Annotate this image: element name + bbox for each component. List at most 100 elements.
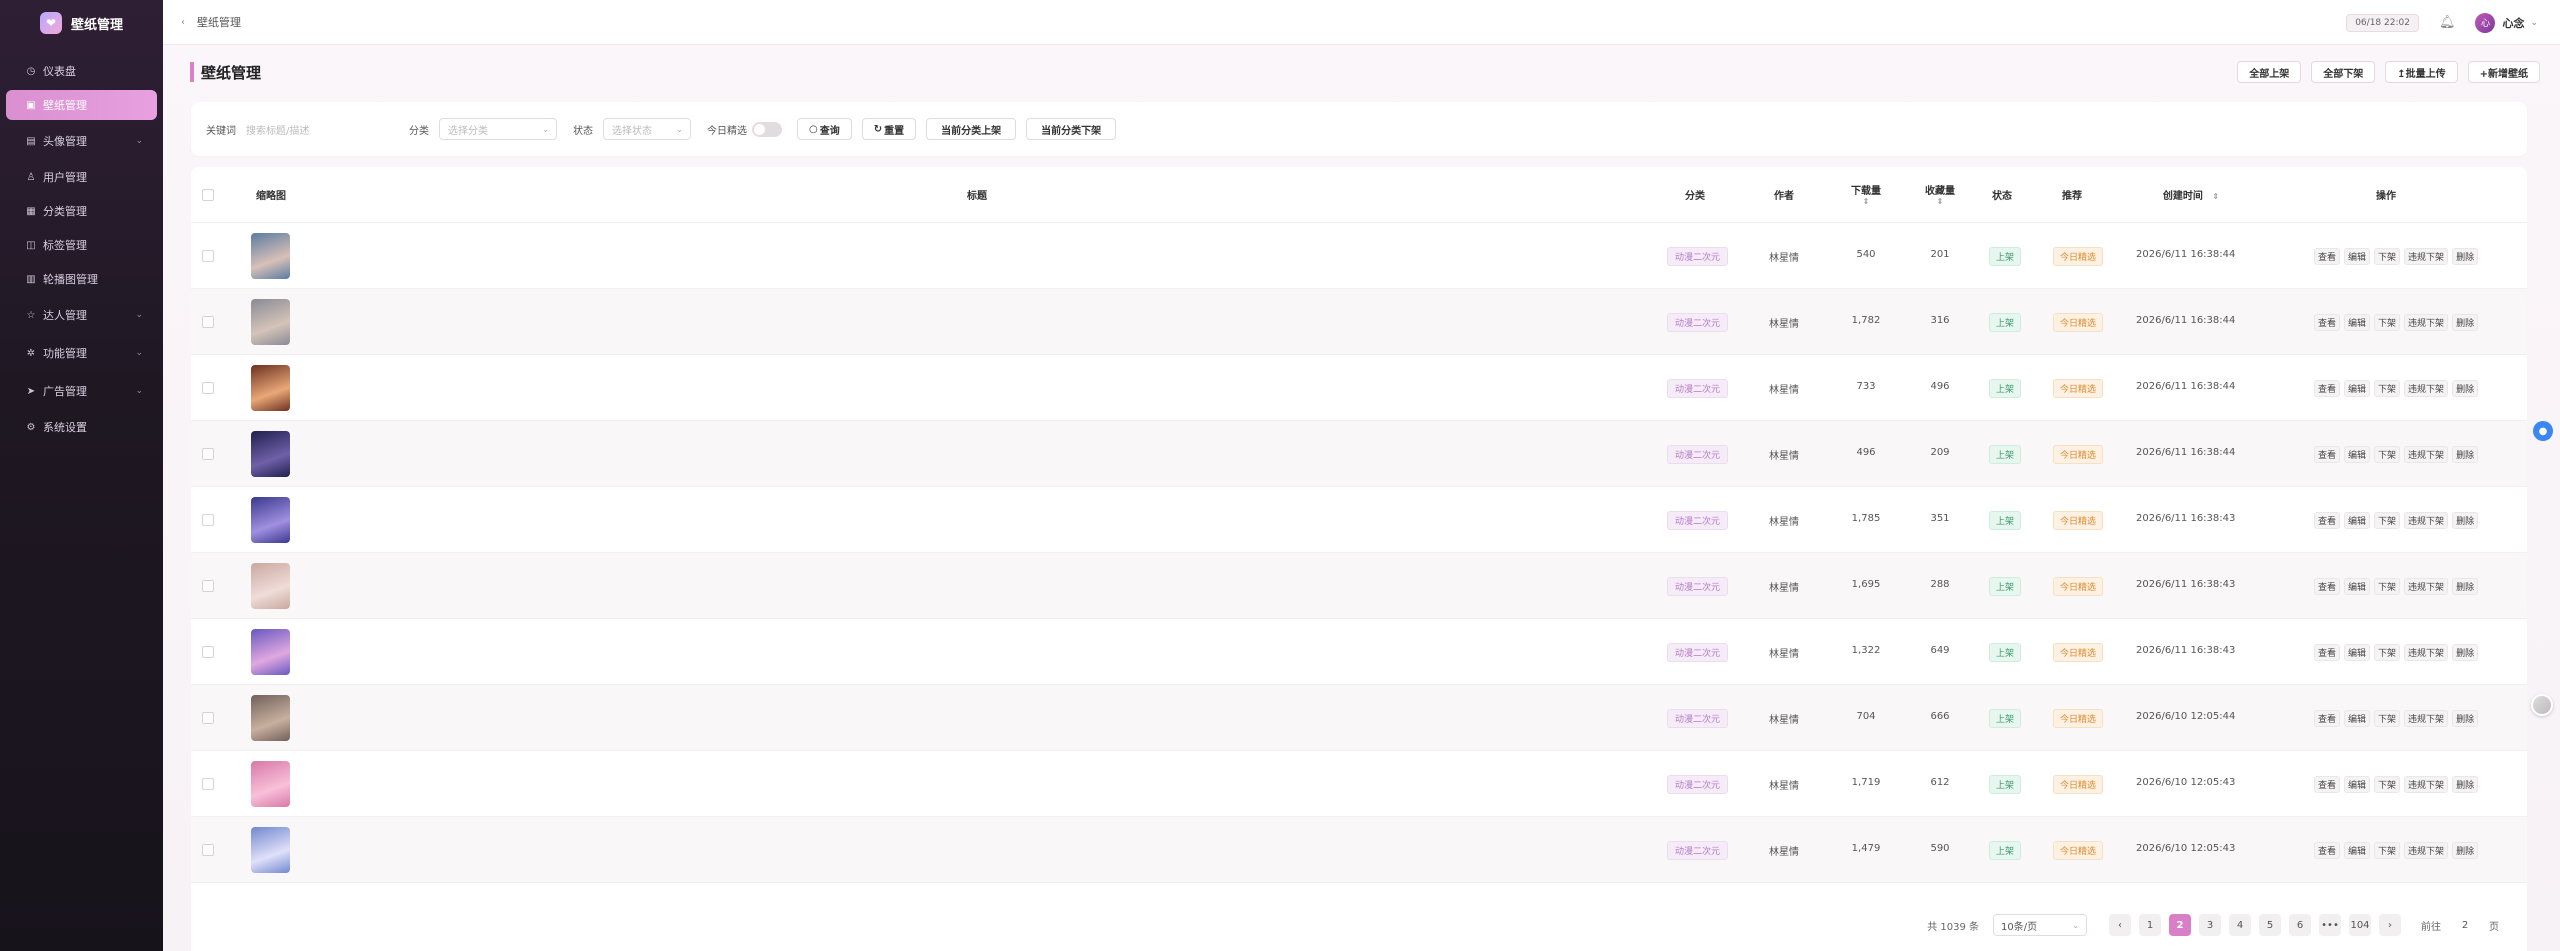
- row-checkbox[interactable]: [202, 778, 214, 790]
- edit-button[interactable]: 编辑: [2344, 380, 2371, 397]
- sidebar-item[interactable]: ⚙ 系统设置: [6, 412, 157, 442]
- category-down-button[interactable]: 当前分类下架: [1026, 118, 1117, 140]
- take-down-button[interactable]: 下架: [2374, 842, 2401, 859]
- page-button[interactable]: 4: [2229, 914, 2251, 936]
- row-checkbox[interactable]: [202, 646, 214, 658]
- view-button[interactable]: 查看: [2314, 578, 2341, 595]
- app-logo[interactable]: ❤ 壁纸管理: [0, 0, 163, 46]
- view-button[interactable]: 查看: [2314, 776, 2341, 793]
- take-down-button[interactable]: 下架: [2374, 644, 2401, 661]
- sidebar-item[interactable]: ▤ 头像管理 ⌄: [6, 124, 157, 158]
- reset-button[interactable]: ↻ 重置: [861, 118, 917, 140]
- more-pages-icon[interactable]: •••: [2319, 914, 2341, 936]
- view-button[interactable]: 查看: [2314, 842, 2341, 859]
- delete-button[interactable]: 删除: [2452, 512, 2479, 529]
- avatar[interactable]: 心: [2475, 12, 2496, 33]
- edit-button[interactable]: 编辑: [2344, 578, 2371, 595]
- goto-input[interactable]: 2: [2449, 914, 2481, 936]
- table-row[interactable]: 动漫二次元 林星情 704 666 上架 今日精选 2026/6/10 12:0…: [191, 685, 2527, 751]
- table-row[interactable]: 动漫二次元 林星情 1,322 649 上架 今日精选 2026/6/11 16…: [191, 619, 2527, 685]
- row-checkbox[interactable]: [202, 514, 214, 526]
- select-all-checkbox[interactable]: [202, 189, 214, 201]
- assistant-avatar-icon[interactable]: [2531, 694, 2553, 716]
- page-button[interactable]: 1: [2139, 914, 2161, 936]
- wallpaper-thumbnail[interactable]: [251, 563, 290, 609]
- violation-down-button[interactable]: 违规下架: [2404, 314, 2449, 331]
- table-row[interactable]: 动漫二次元 林星情 1,479 590 上架 今日精选 2026/6/10 12…: [191, 817, 2527, 883]
- page-button[interactable]: 5: [2259, 914, 2281, 936]
- take-down-button[interactable]: 下架: [2374, 578, 2401, 595]
- sidebar-item[interactable]: ☆ 达人管理 ⌄: [6, 298, 157, 332]
- violation-down-button[interactable]: 违规下架: [2404, 446, 2449, 463]
- row-checkbox[interactable]: [202, 580, 214, 592]
- take-down-button[interactable]: 下架: [2374, 248, 2401, 265]
- violation-down-button[interactable]: 违规下架: [2404, 380, 2449, 397]
- wallpaper-thumbnail[interactable]: [251, 431, 290, 477]
- table-row[interactable]: 动漫二次元 林星情 1,695 288 上架 今日精选 2026/6/11 16…: [191, 553, 2527, 619]
- violation-down-button[interactable]: 违规下架: [2404, 842, 2449, 859]
- next-page-button[interactable]: ›: [2379, 914, 2401, 936]
- sort-icon[interactable]: ⇕: [1841, 197, 1891, 206]
- page-button[interactable]: 3: [2199, 914, 2221, 936]
- table-row[interactable]: 动漫二次元 林星情 1,719 612 上架 今日精选 2026/6/10 12…: [191, 751, 2527, 817]
- wallpaper-thumbnail[interactable]: [251, 629, 290, 675]
- row-checkbox[interactable]: [202, 448, 214, 460]
- wallpaper-thumbnail[interactable]: [251, 695, 290, 741]
- table-row[interactable]: 动漫二次元 林星情 540 201 上架 今日精选 2026/6/11 16:3…: [191, 223, 2527, 289]
- sidebar-item[interactable]: ➤ 广告管理 ⌄: [6, 374, 157, 408]
- edit-button[interactable]: 编辑: [2344, 644, 2371, 661]
- page-size-select[interactable]: 10条/页 ⌄: [1993, 914, 2087, 936]
- delete-button[interactable]: 删除: [2452, 644, 2479, 661]
- sidebar-item[interactable]: ♙ 用户管理: [6, 162, 157, 192]
- wallpaper-thumbnail[interactable]: [251, 299, 290, 345]
- delete-button[interactable]: 删除: [2452, 776, 2479, 793]
- violation-down-button[interactable]: 违规下架: [2404, 248, 2449, 265]
- violation-down-button[interactable]: 违规下架: [2404, 776, 2449, 793]
- edit-button[interactable]: 编辑: [2344, 512, 2371, 529]
- wallpaper-thumbnail[interactable]: [251, 761, 290, 807]
- violation-down-button[interactable]: 违规下架: [2404, 644, 2449, 661]
- all-down-button[interactable]: 全部下架: [2311, 61, 2376, 83]
- prev-page-button[interactable]: ‹: [2109, 914, 2131, 936]
- username[interactable]: 心念: [2502, 15, 2524, 31]
- take-down-button[interactable]: 下架: [2374, 512, 2401, 529]
- add-wallpaper-button[interactable]: +新增壁纸: [2467, 61, 2540, 83]
- violation-down-button[interactable]: 违规下架: [2404, 710, 2449, 727]
- view-button[interactable]: 查看: [2314, 644, 2341, 661]
- status-select[interactable]: 选择状态 ⌄: [603, 118, 691, 140]
- edit-button[interactable]: 编辑: [2344, 314, 2371, 331]
- take-down-button[interactable]: 下架: [2374, 776, 2401, 793]
- daily-pick-toggle[interactable]: [752, 121, 782, 137]
- delete-button[interactable]: 删除: [2452, 314, 2479, 331]
- query-button[interactable]: ○ 查询: [797, 118, 852, 140]
- view-button[interactable]: 查看: [2314, 248, 2341, 265]
- chat-bubble-icon[interactable]: ●: [2533, 421, 2553, 441]
- category-up-button[interactable]: 当前分类上架: [926, 118, 1017, 140]
- take-down-button[interactable]: 下架: [2374, 710, 2401, 727]
- edit-button[interactable]: 编辑: [2344, 248, 2371, 265]
- view-button[interactable]: 查看: [2314, 446, 2341, 463]
- wallpaper-thumbnail[interactable]: [251, 365, 290, 411]
- page-button[interactable]: 6: [2289, 914, 2311, 936]
- sidebar-item[interactable]: ◷ 仪表盘: [6, 56, 157, 86]
- row-checkbox[interactable]: [202, 844, 214, 856]
- row-checkbox[interactable]: [202, 382, 214, 394]
- sort-icon[interactable]: ⇕: [2212, 192, 2219, 201]
- wallpaper-thumbnail[interactable]: [251, 827, 290, 873]
- violation-down-button[interactable]: 违规下架: [2404, 512, 2449, 529]
- take-down-button[interactable]: 下架: [2374, 380, 2401, 397]
- view-button[interactable]: 查看: [2314, 512, 2341, 529]
- take-down-button[interactable]: 下架: [2374, 314, 2401, 331]
- sidebar-item[interactable]: ✲ 功能管理 ⌄: [6, 336, 157, 370]
- table-row[interactable]: 动漫二次元 林星情 1,782 316 上架 今日精选 2026/6/11 16…: [191, 289, 2527, 355]
- all-up-button[interactable]: 全部上架: [2237, 61, 2302, 83]
- header-created[interactable]: 创建时间 ⇕: [2146, 187, 2236, 202]
- sidebar-item[interactable]: ▥ 轮播图管理: [6, 264, 157, 294]
- view-button[interactable]: 查看: [2314, 314, 2341, 331]
- sidebar-item[interactable]: ▣ 壁纸管理: [6, 90, 157, 120]
- chevron-down-icon[interactable]: ⌄: [2530, 18, 2538, 28]
- view-button[interactable]: 查看: [2314, 380, 2341, 397]
- delete-button[interactable]: 删除: [2452, 446, 2479, 463]
- violation-down-button[interactable]: 违规下架: [2404, 578, 2449, 595]
- edit-button[interactable]: 编辑: [2344, 776, 2371, 793]
